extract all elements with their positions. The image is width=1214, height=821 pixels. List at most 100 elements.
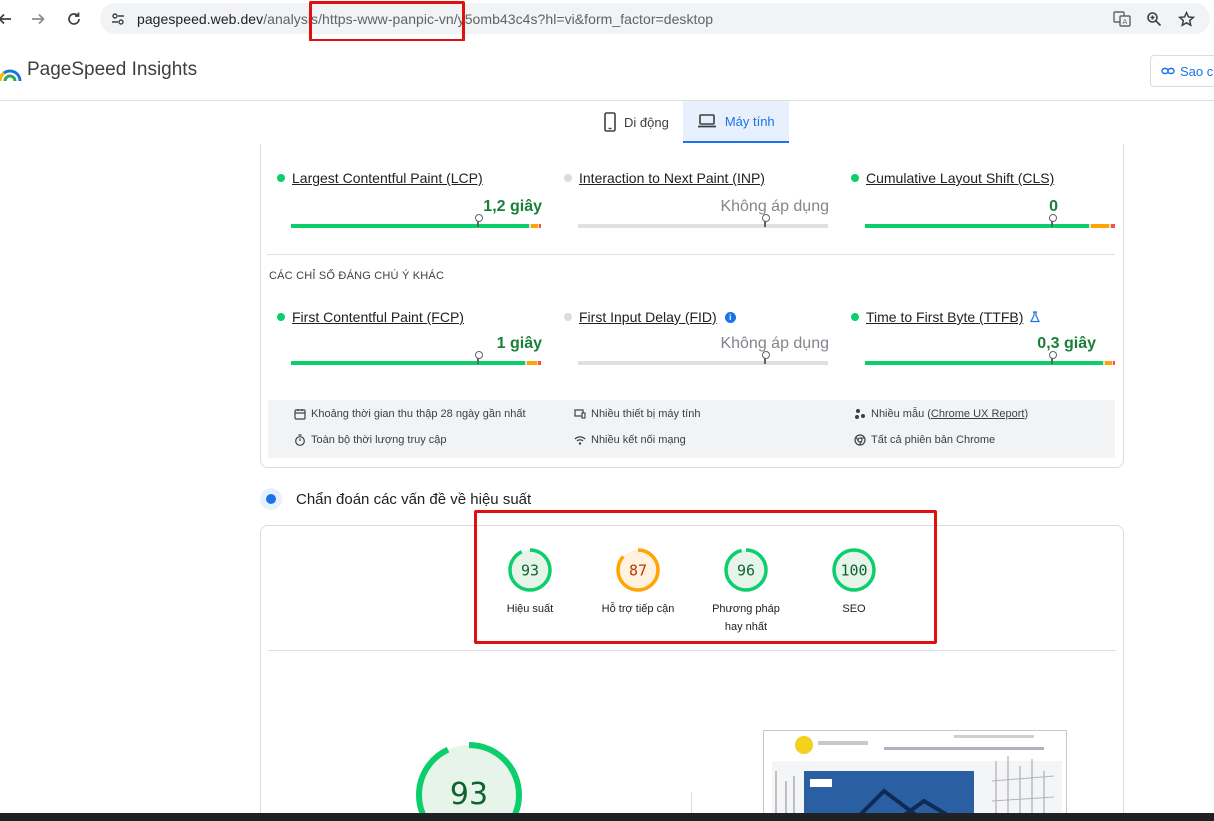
metric-inp-distribution-bar	[578, 214, 828, 228]
score-label-performance: Hiệu suất	[506, 603, 554, 615]
gauge-ring: 96	[724, 548, 768, 592]
info-collection-period-text: Khoảng thời gian thu thập 28 ngày gần nh…	[311, 408, 526, 420]
score-gauge-performance[interactable]: 93 Hiệu suất	[480, 547, 580, 618]
info-duration-text: Toàn bộ thời lượng truy cập	[311, 434, 447, 446]
gauge-value: 93	[521, 562, 539, 580]
samples-icon	[854, 408, 866, 420]
reload-icon[interactable]	[63, 8, 85, 30]
device-tabs: Di động Máy tính	[590, 101, 789, 143]
metric-lcp-label[interactable]: Largest Contentful Paint (LCP)	[292, 170, 483, 186]
gauge-value: 87	[629, 562, 647, 580]
diagnose-heading: Chẩn đoán các vấn đề về hiệu suất	[260, 488, 531, 510]
metric-ttfb-label[interactable]: Time to First Byte (TTFB)	[866, 309, 1023, 325]
chrome-icon	[854, 434, 866, 446]
metric-cls-distribution-bar	[865, 214, 1115, 228]
tab-desktop-label: Máy tính	[724, 113, 775, 129]
metric-cls: Cumulative Layout Shift (CLS) 0	[851, 170, 1116, 228]
big-performance-gauge: 93	[415, 741, 523, 821]
translate-icon[interactable]: A	[1112, 9, 1132, 29]
status-dot-good	[277, 313, 285, 321]
url-path: /analysis/https-www-panpic-vn/y5omb43c4s…	[263, 11, 714, 27]
app-title: PageSpeed Insights	[27, 59, 198, 80]
big-gauge-value: 93	[450, 777, 488, 812]
lighthouse-icon	[260, 488, 282, 510]
divider	[267, 254, 1115, 255]
url-text: pagespeed.web.dev/analysis/https-www-pan…	[137, 11, 713, 27]
metric-fcp: First Contentful Paint (FCP) 1 giây	[277, 309, 542, 365]
bookmark-star-icon[interactable]	[1176, 9, 1196, 29]
metric-inp: Interaction to Next Paint (INP) Không áp…	[564, 170, 829, 228]
browser-toolbar: pagespeed.web.dev/analysis/https-www-pan…	[0, 0, 1214, 38]
metric-fid-distribution-bar	[578, 351, 828, 365]
gauge-ring: 93	[508, 548, 552, 592]
page-screenshot-thumbnail	[763, 730, 1067, 821]
metric-ttfb: Time to First Byte (TTFB) 0,3 giây	[851, 309, 1116, 365]
info-network: Nhiều kết nối mạng	[574, 434, 686, 446]
zoom-icon[interactable]	[1144, 9, 1164, 29]
metric-fid-value: Không áp dụng	[720, 335, 829, 352]
copy-link-label: Sao ch	[1180, 63, 1214, 79]
tab-mobile[interactable]: Di động	[590, 101, 683, 143]
gauge-ring: 87	[616, 548, 660, 592]
wifi-icon	[574, 434, 586, 446]
info-samples: Nhiều mẫu (Chrome UX Report)	[854, 408, 1028, 420]
lighthouse-scores-card: 93 Hiệu suất 87 Hỗ trợ tiếp cận 96 Phươn…	[260, 525, 1124, 821]
metric-lcp-value: 1,2 giây	[483, 198, 542, 215]
gauge-value: 100	[840, 562, 867, 580]
metric-inp-label[interactable]: Interaction to Next Paint (INP)	[579, 170, 765, 186]
other-metrics-section-label: CÁC CHỈ SỐ ĐÁNG CHÚ Ý KHÁC	[269, 270, 445, 282]
metric-ttfb-distribution-bar	[865, 351, 1115, 365]
metric-fid: First Input Delay (FID) i Không áp dụng	[564, 309, 829, 365]
phone-icon	[604, 112, 616, 132]
copy-link-button[interactable]: Sao ch	[1150, 55, 1214, 87]
tab-mobile-label: Di động	[624, 114, 669, 130]
back-arrow-icon[interactable]	[0, 8, 16, 30]
data-collection-info: Khoảng thời gian thu thập 28 ngày gần nh…	[268, 400, 1115, 458]
info-samples-suffix: )	[1024, 408, 1029, 420]
metric-lcp: Largest Contentful Paint (LCP) 1,2 giây	[277, 170, 542, 228]
metric-fcp-label[interactable]: First Contentful Paint (FCP)	[292, 309, 464, 325]
info-samples-text: Nhiều mẫu (Chrome UX Report)	[871, 408, 1028, 420]
score-gauge-seo[interactable]: 100 SEO	[804, 547, 904, 618]
status-dot-na	[564, 174, 572, 182]
metric-fid-label[interactable]: First Input Delay (FID)	[579, 309, 717, 325]
score-label-accessibility: Hỗ trợ tiếp cận	[601, 603, 675, 615]
forward-arrow-icon[interactable]	[27, 8, 49, 30]
metric-fcp-value: 1 giây	[496, 335, 542, 352]
score-label-seo: SEO	[842, 603, 866, 615]
laptop-icon	[697, 114, 716, 128]
status-dot-na	[564, 313, 572, 321]
metric-ttfb-value: 0,3 giây	[1037, 335, 1096, 352]
info-duration: Toàn bộ thời lượng truy cập	[294, 434, 447, 446]
info-chrome-versions-text: Tất cả phiên bản Chrome	[871, 434, 996, 446]
pagespeed-logo-icon	[0, 61, 22, 83]
score-label-best-practices: Phương pháp hay nhất	[712, 603, 780, 633]
score-gauge-accessibility[interactable]: 87 Hỗ trợ tiếp cận	[588, 547, 688, 618]
info-samples-prefix: Nhiều mẫu (	[871, 408, 931, 420]
site-info-icon[interactable]	[108, 9, 128, 29]
metric-cls-value: 0	[1049, 198, 1058, 215]
gauge-value: 96	[737, 562, 755, 580]
divider	[268, 650, 1116, 651]
lab-flask-icon	[1030, 311, 1041, 323]
info-icon[interactable]: i	[724, 311, 736, 323]
gauge-ring: 100	[832, 548, 876, 592]
info-collection-period: Khoảng thời gian thu thập 28 ngày gần nh…	[294, 408, 526, 420]
metric-lcp-distribution-bar	[291, 214, 541, 228]
info-network-text: Nhiều kết nối mạng	[591, 434, 686, 446]
link-icon	[1161, 67, 1175, 75]
metric-fcp-distribution-bar	[291, 351, 541, 365]
metric-cls-label[interactable]: Cumulative Layout Shift (CLS)	[866, 170, 1054, 186]
info-chrome-versions: Tất cả phiên bản Chrome	[854, 434, 995, 446]
calendar-icon	[294, 408, 306, 420]
status-dot-good	[851, 174, 859, 182]
metric-inp-value: Không áp dụng	[720, 198, 829, 215]
chrome-ux-report-link[interactable]: Chrome UX Report	[931, 408, 1025, 420]
address-bar[interactable]: pagespeed.web.dev/analysis/https-www-pan…	[100, 3, 1210, 34]
devices-icon	[574, 408, 586, 420]
timer-icon	[294, 434, 306, 446]
status-dot-good	[851, 313, 859, 321]
taskbar-edge	[0, 813, 1214, 821]
score-gauge-best-practices[interactable]: 96 Phương pháp hay nhất	[696, 547, 796, 636]
tab-desktop[interactable]: Máy tính	[682, 101, 789, 143]
